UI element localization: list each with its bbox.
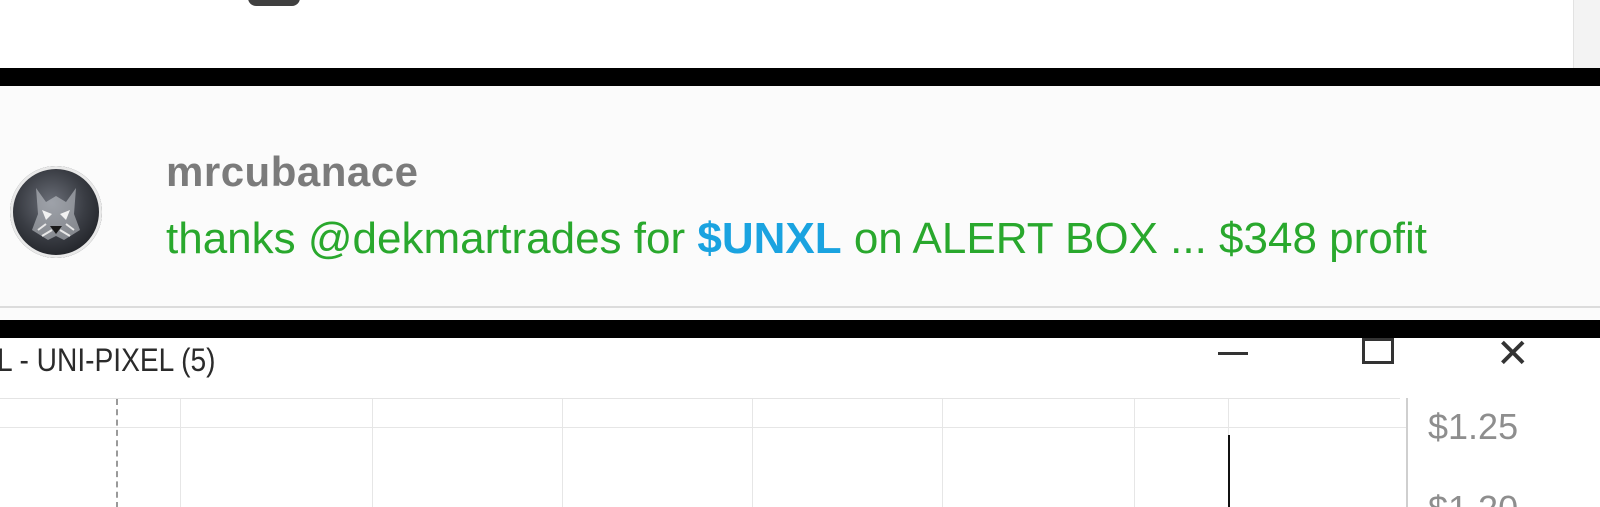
grid-line: [562, 399, 563, 507]
divider-bar: [0, 68, 1600, 92]
chart-window: L - UNI-PIXEL (5) ✕ $1.25 $1.20: [0, 334, 1600, 507]
chat-message: mrcubanace thanks @dekmartrades for $UNX…: [0, 86, 1600, 320]
wolf-avatar-icon: [32, 188, 80, 240]
maximize-icon: [1362, 338, 1394, 364]
grid-line: [1134, 399, 1135, 507]
grid-line: [752, 399, 753, 507]
minimize-icon: [1218, 352, 1248, 355]
message-text-before-ticker: thanks @dekmartrades for: [166, 214, 698, 263]
close-button[interactable]: ✕: [1488, 334, 1548, 378]
previous-message-panel: [0, 0, 1600, 68]
crosshair-line: [116, 399, 118, 507]
message-text: thanks @dekmartrades for $UNXL on ALERT …: [166, 214, 1427, 264]
window-title: L - UNI-PIXEL (5): [0, 342, 216, 378]
minimize-button[interactable]: [1200, 338, 1260, 378]
screenshot-stage: mrcubanace thanks @dekmartrades for $UNX…: [0, 0, 1600, 507]
divider-bar: [0, 320, 1600, 338]
ticker-link[interactable]: $UNXL: [697, 214, 841, 263]
close-icon: ✕: [1496, 331, 1530, 377]
price-tick-label: $1.25: [1428, 406, 1519, 447]
grid-line: [372, 399, 373, 507]
avatar[interactable]: [10, 166, 102, 258]
message-text-after-ticker: on ALERT BOX ... $348 profit: [841, 214, 1427, 263]
grid-line: [180, 399, 181, 507]
grid-line: [942, 399, 943, 507]
grid-line: [0, 427, 1406, 428]
price-tick-label: $1.20: [1428, 488, 1518, 507]
price-axis: $1.25 $1.20: [1406, 398, 1600, 507]
chart-plot-area[interactable]: [0, 398, 1406, 507]
candle: [1228, 435, 1230, 507]
maximize-button[interactable]: [1348, 338, 1408, 378]
scrollbar[interactable]: [1573, 0, 1600, 68]
cut-off-text: [248, 0, 418, 8]
username[interactable]: mrcubanace: [166, 148, 418, 196]
message-separator: [0, 306, 1600, 308]
